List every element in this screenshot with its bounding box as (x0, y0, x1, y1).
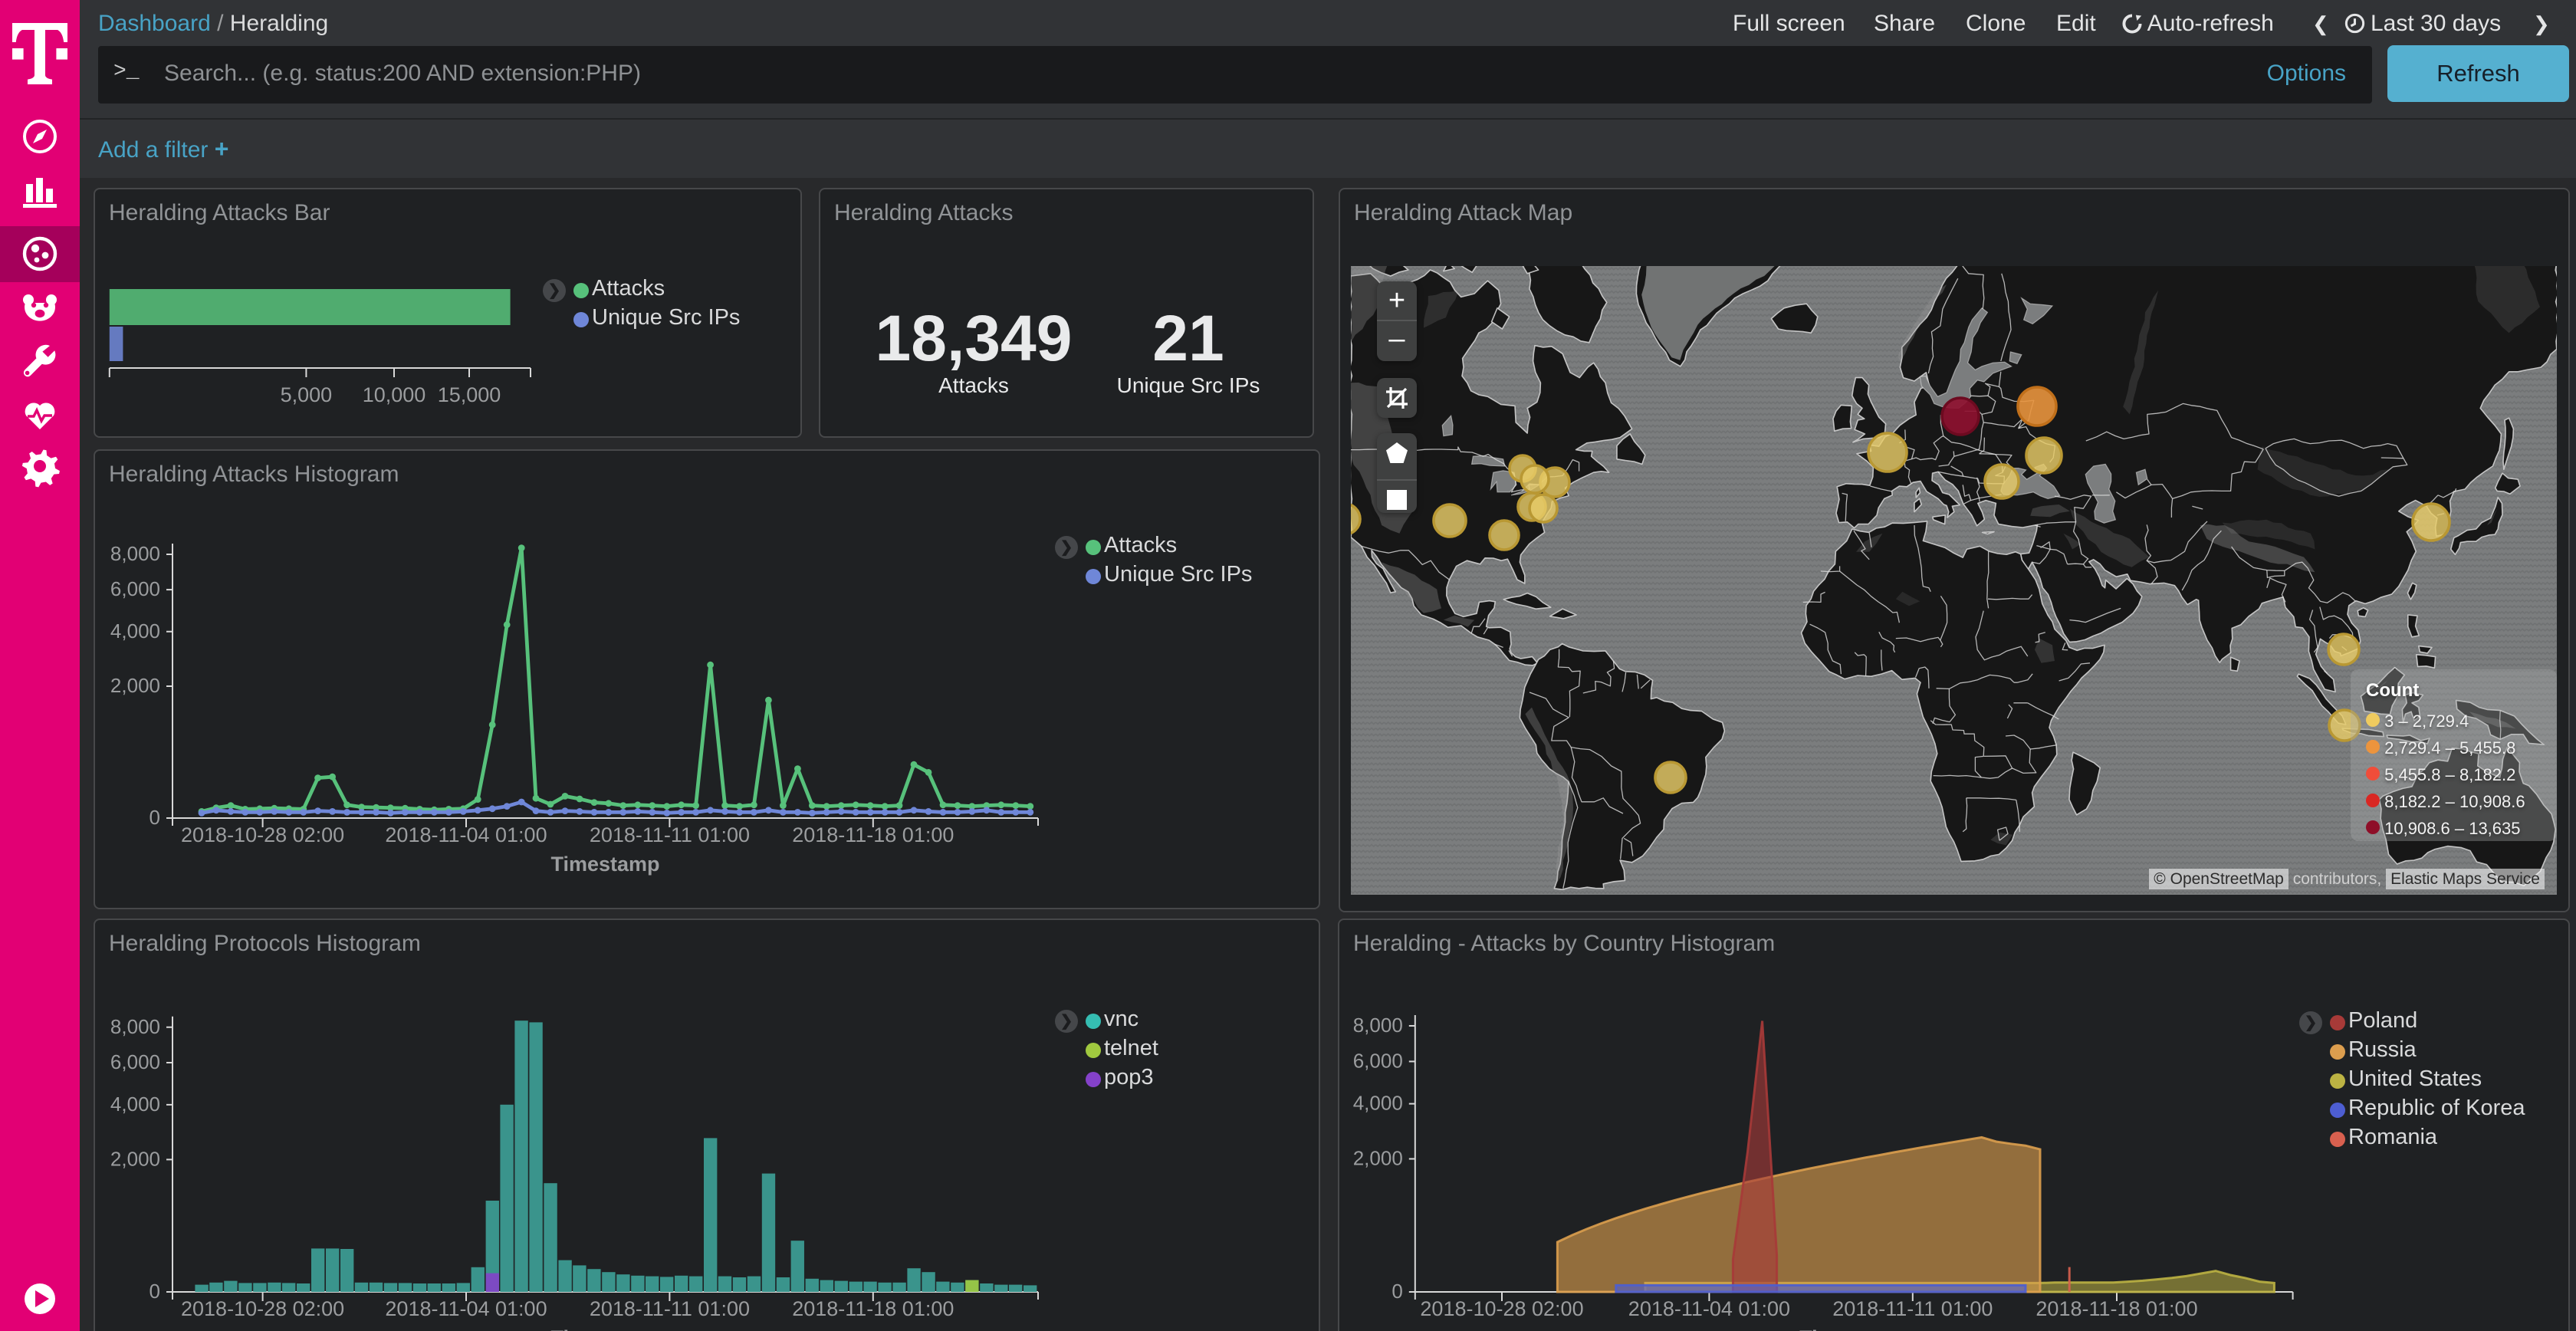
svg-text:6,000: 6,000 (110, 1050, 160, 1073)
svg-text:2018-11-04 01:00: 2018-11-04 01:00 (385, 1297, 547, 1320)
svg-text:2018-11-11 01:00: 2018-11-11 01:00 (590, 823, 750, 846)
svg-text:Timestamp: Timestamp (550, 1326, 659, 1331)
svg-text:2018-10-28 02:00: 2018-10-28 02:00 (1420, 1297, 1583, 1320)
svg-text:2018-11-18 01:00: 2018-11-18 01:00 (2036, 1297, 2197, 1320)
svg-text:2018-11-04 01:00: 2018-11-04 01:00 (385, 823, 547, 846)
svg-text:2,000: 2,000 (110, 1147, 160, 1170)
svg-text:4,000: 4,000 (110, 1093, 160, 1116)
svg-text:8,000: 8,000 (110, 542, 160, 565)
svg-text:Timestamp: Timestamp (550, 853, 659, 876)
svg-text:0: 0 (1392, 1280, 1402, 1303)
svg-text:2018-11-18 01:00: 2018-11-18 01:00 (792, 823, 954, 846)
svg-text:Timestamp: Timestamp (1799, 1326, 1908, 1331)
svg-text:15,000: 15,000 (438, 383, 501, 406)
svg-text:8,000: 8,000 (110, 1015, 160, 1038)
svg-text:2,000: 2,000 (1353, 1146, 1403, 1169)
svg-text:8,000: 8,000 (1353, 1014, 1403, 1037)
svg-text:4,000: 4,000 (1353, 1092, 1403, 1115)
svg-text:2018-11-04 01:00: 2018-11-04 01:00 (1628, 1297, 1790, 1320)
svg-text:0: 0 (150, 806, 160, 829)
svg-text:4,000: 4,000 (110, 619, 160, 642)
svg-text:6,000: 6,000 (110, 577, 160, 600)
svg-text:6,000: 6,000 (1353, 1049, 1403, 1072)
svg-text:5,000: 5,000 (281, 383, 333, 406)
svg-text:2018-11-11 01:00: 2018-11-11 01:00 (590, 1297, 750, 1320)
svg-text:2018-10-28 02:00: 2018-10-28 02:00 (181, 823, 344, 846)
svg-text:2018-11-18 01:00: 2018-11-18 01:00 (792, 1297, 954, 1320)
svg-text:0: 0 (150, 1280, 160, 1303)
svg-text:2,000: 2,000 (110, 674, 160, 697)
svg-text:2018-11-11 01:00: 2018-11-11 01:00 (1832, 1297, 1993, 1320)
svg-text:2018-10-28 02:00: 2018-10-28 02:00 (181, 1297, 344, 1320)
svg-text:10,000: 10,000 (363, 383, 426, 406)
